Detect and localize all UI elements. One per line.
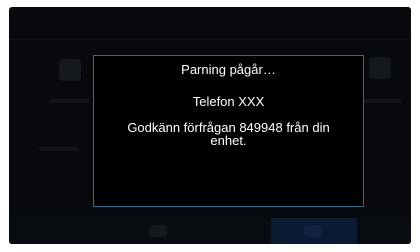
screen: Parning pågår… Telefon XXX Godkänn förfr…: [0, 0, 420, 252]
pairing-dialog: Parning pågår… Telefon XXX Godkänn förfr…: [93, 55, 364, 207]
background-label: [49, 99, 89, 103]
device-name: Telefon XXX: [192, 94, 265, 109]
background-label: [39, 147, 79, 151]
background-tab-icon: [304, 225, 322, 237]
infotainment-display: Parning pågår… Telefon XXX Godkänn förfr…: [9, 7, 411, 244]
background-phone-icon: [59, 59, 81, 81]
pairing-message: Godkänn förfrågan 849948 från din enhet.: [127, 120, 330, 148]
background-label: [364, 99, 402, 103]
header-divider: [9, 39, 411, 40]
dialog-title: Parning pågår…: [181, 62, 276, 77]
background-tab-icon: [149, 225, 167, 237]
background-settings-icon: [369, 57, 391, 79]
